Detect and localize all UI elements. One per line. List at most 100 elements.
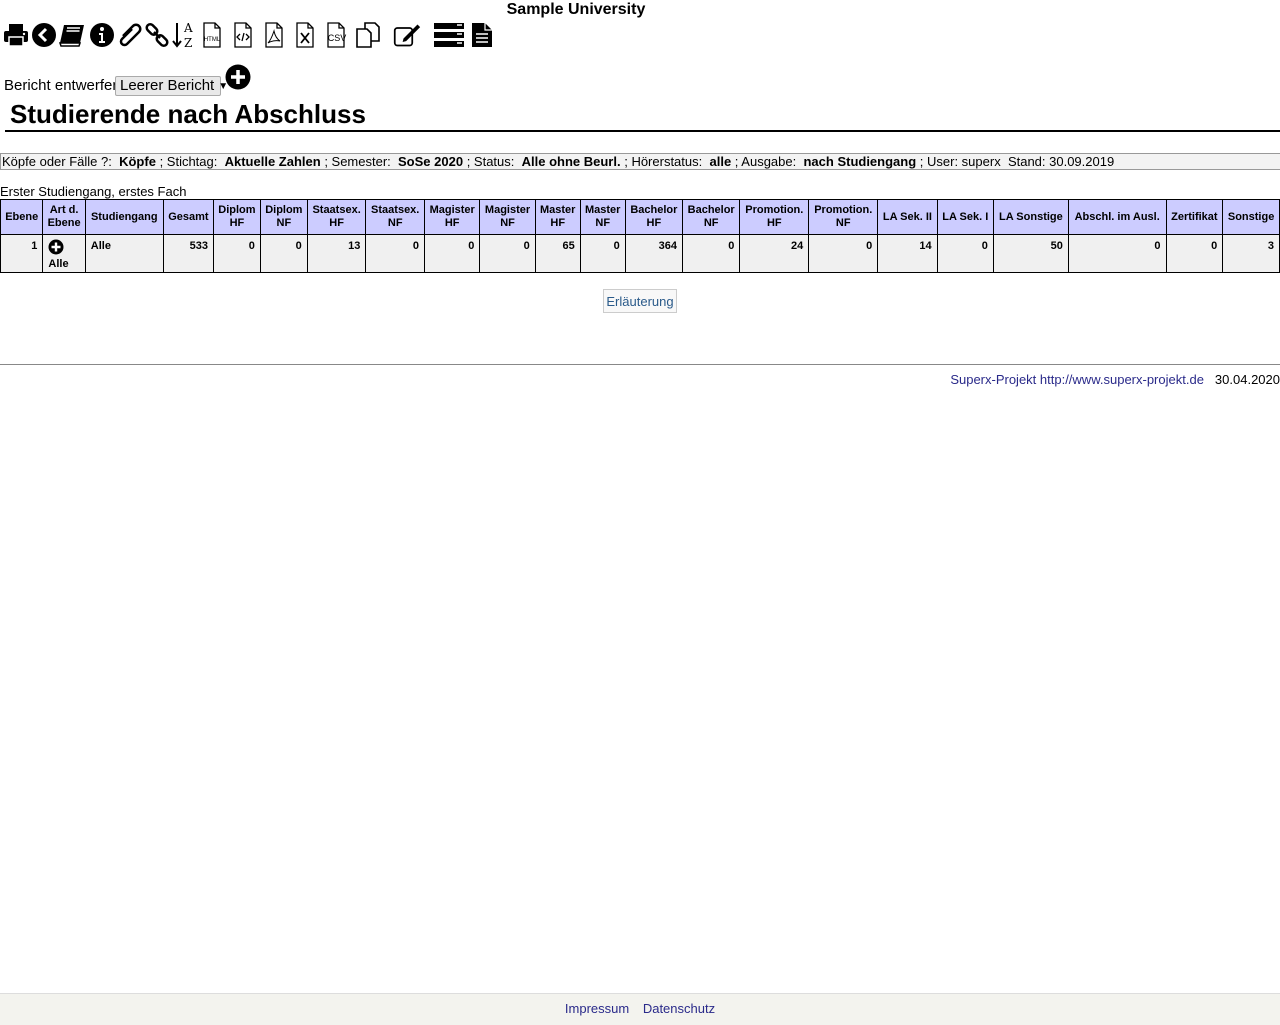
table-cell: 14: [877, 234, 938, 273]
column-header[interactable]: LA Sonstige: [992, 199, 1069, 235]
column-header[interactable]: Ebene: [0, 199, 44, 235]
report-design-label: Bericht entwerfen:: [4, 77, 125, 94]
table-cell: 50: [992, 234, 1069, 273]
link-icon[interactable]: [143, 20, 171, 50]
column-header[interactable]: Abschl. im Ausl.: [1067, 199, 1167, 235]
column-header[interactable]: Master HF: [534, 199, 581, 235]
param-key: ; Semester:: [324, 154, 391, 169]
print-icon[interactable]: [2, 20, 30, 50]
column-header[interactable]: Bachelor HF: [624, 199, 684, 235]
table-row: 1 Alle Alle 533 0 0 13 0 0 0 65 0 364 0 …: [0, 234, 1280, 273]
table-cell: Alle: [84, 234, 164, 273]
column-header[interactable]: Studiengang: [84, 199, 164, 235]
art-label: Alle: [48, 258, 69, 270]
csv-export-icon[interactable]: CSV: [322, 20, 350, 50]
university-title: Sample University: [506, 1, 646, 18]
report-template-select[interactable]: Leerer Bericht ▼: [115, 76, 228, 96]
table-cell: Alle: [42, 234, 86, 273]
table-cell: 0: [212, 234, 261, 273]
table-cell: 0: [424, 234, 481, 273]
table-cell: 0: [1165, 234, 1224, 273]
column-header[interactable]: Gesamt: [162, 199, 214, 235]
datenschutz-link[interactable]: Datenschutz: [643, 1001, 715, 1016]
table-cell: 0: [936, 234, 994, 273]
svg-text:HTML: HTML: [204, 37, 221, 43]
param-value: SoSe 2020: [398, 154, 464, 169]
footer-divider: [0, 364, 1280, 365]
paperclip-icon[interactable]: [116, 20, 144, 50]
table-cell: 1: [0, 234, 44, 273]
param-value: Alle ohne Beurl.: [521, 154, 621, 169]
param-key: ; Status:: [466, 154, 515, 169]
xml-export-icon[interactable]: [229, 20, 257, 50]
column-header[interactable]: Magister NF: [479, 199, 536, 235]
add-report-icon[interactable]: [225, 64, 251, 90]
column-header[interactable]: Sonstige: [1222, 199, 1280, 235]
column-header[interactable]: LA Sek. II: [877, 199, 938, 235]
table-cell: 364: [624, 234, 684, 273]
table-cell: 533: [162, 234, 214, 273]
table-cell: 0: [579, 234, 626, 273]
credit-line: Superx-Projekt http://www.superx-projekt…: [950, 372, 1280, 387]
pdf-export-icon[interactable]: [260, 20, 288, 50]
param-value: nach Studiengang: [803, 154, 917, 169]
impressum-link[interactable]: Impressum: [565, 1001, 629, 1016]
info-icon[interactable]: [88, 20, 116, 50]
param-key: Köpfe oder Fälle ?:: [2, 154, 112, 169]
sort-az-icon[interactable]: AZ: [170, 20, 198, 50]
svg-text:Z: Z: [184, 36, 192, 49]
param-value: alle: [709, 154, 732, 169]
report-template-value: Leerer Bericht: [120, 77, 215, 94]
param-key: ; Stichtag:: [159, 154, 218, 169]
explanation-button[interactable]: Erläuterung: [603, 289, 677, 313]
svg-text:CSV: CSV: [328, 33, 347, 43]
param-key: ; Ausgabe:: [734, 154, 797, 169]
page-title: Studierende nach Abschluss: [10, 99, 366, 129]
column-header[interactable]: Diplom HF: [212, 199, 261, 235]
column-header[interactable]: LA Sek. I: [936, 199, 994, 235]
table-cell: 0: [808, 234, 879, 273]
table-cell: 3: [1222, 234, 1280, 273]
expand-icon[interactable]: [48, 239, 64, 255]
edit-icon[interactable]: [393, 20, 421, 50]
table-cell: 0: [682, 234, 741, 273]
table-cell: 0: [479, 234, 536, 273]
table-cell: 0: [365, 234, 426, 273]
copy-icon[interactable]: [354, 20, 382, 50]
superx-project-link[interactable]: Superx-Projekt http://www.superx-projekt…: [950, 372, 1204, 387]
table-cell: 24: [739, 234, 810, 273]
table-header-row: Ebene Art d. Ebene Studiengang Gesamt Dip…: [0, 199, 1280, 235]
table-cell: 0: [259, 234, 308, 273]
svg-text:A: A: [183, 21, 193, 35]
column-header[interactable]: Staatsex. HF: [306, 199, 367, 235]
column-header[interactable]: Art d. Ebene: [42, 199, 86, 235]
param-value: Köpfe: [119, 154, 156, 169]
books-icon[interactable]: [58, 20, 86, 50]
column-header[interactable]: Staatsex. NF: [365, 199, 426, 235]
column-header[interactable]: Promotion. HF: [739, 199, 810, 235]
table-cell: 65: [534, 234, 581, 273]
column-header[interactable]: Promotion. NF: [808, 199, 879, 235]
report-date: 30.04.2020: [1214, 372, 1280, 387]
table-cell: 0: [1067, 234, 1167, 273]
table-cell: 13: [306, 234, 367, 273]
table-caption: Erster Studiengang, erstes Fach: [0, 184, 187, 199]
column-header[interactable]: Bachelor NF: [682, 199, 741, 235]
report-parameters: Köpfe oder Fälle ?: Köpfe ; Stichtag: Ak…: [0, 153, 1280, 170]
column-header[interactable]: Diplom NF: [259, 199, 308, 235]
param-value: Aktuelle Zahlen: [224, 154, 321, 169]
back-icon[interactable]: [30, 20, 58, 50]
column-header[interactable]: Master NF: [579, 199, 626, 235]
html-export-icon[interactable]: HTML: [198, 20, 226, 50]
column-header[interactable]: Zertifikat: [1165, 199, 1224, 235]
document-icon[interactable]: [468, 20, 496, 50]
param-user: ; User: superx: [919, 154, 1001, 169]
list-icon[interactable]: [432, 20, 466, 50]
column-header[interactable]: Magister HF: [424, 199, 481, 235]
report-table: Ebene Art d. Ebene Studiengang Gesamt Dip…: [0, 199, 1280, 273]
param-stand: Stand: 30.09.2019: [1007, 154, 1115, 169]
xlsx-export-icon[interactable]: [291, 20, 319, 50]
page-footer: Impressum Datenschutz: [0, 993, 1280, 1025]
title-divider: [5, 130, 1280, 132]
param-key: ; Hörerstatus:: [624, 154, 703, 169]
